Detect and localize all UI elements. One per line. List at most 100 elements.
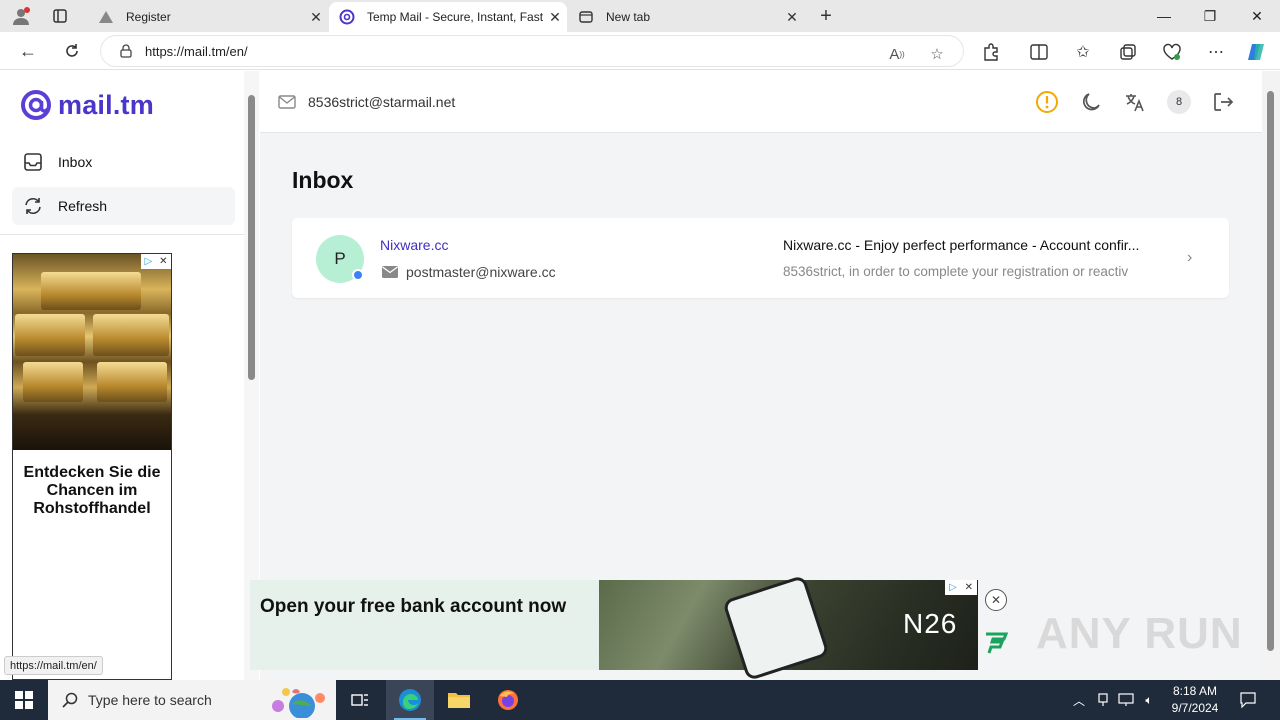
back-button[interactable]: ← — [14, 37, 42, 65]
split-screen-icon[interactable] — [1028, 41, 1050, 63]
language-translate-icon[interactable] — [1123, 90, 1147, 114]
windows-start-button[interactable] — [0, 680, 48, 720]
clock-time: 8:18 AM — [1172, 684, 1218, 698]
search-highlight-icon — [272, 688, 325, 718]
close-icon[interactable]: ✕ — [543, 9, 567, 26]
tab-label: Register — [126, 10, 171, 24]
folder-icon — [448, 693, 470, 708]
taskbar-file-explorer[interactable] — [435, 680, 483, 720]
account-count-badge[interactable]: 8 — [1167, 90, 1191, 114]
tab-strip: Register ✕ Temp Mail - Secure, Instant, … — [0, 0, 1280, 32]
tab-actions-icon[interactable] — [50, 6, 70, 26]
gold-bar-shape — [23, 362, 83, 402]
favorite-star-icon[interactable]: ☆ — [927, 44, 947, 64]
windows-taskbar: Type here to search ︿ 🔈︎ 8:18 AM 9/7/202… — [0, 680, 1280, 720]
lock-icon[interactable] — [119, 44, 133, 58]
web-page: mail.tm Inbox Refresh ▷ ✕ Entdecken Sie … — [0, 71, 1280, 682]
envelope-icon — [382, 266, 398, 278]
copilot-icon[interactable] — [1246, 41, 1268, 63]
ad-headline[interactable]: Entdecken Sie die Chancen im Rohstoffhan… — [17, 464, 167, 518]
taskbar-edge[interactable] — [386, 680, 434, 720]
search-icon — [62, 692, 78, 708]
ad-choices-icon[interactable]: ▷ ✕ — [945, 580, 977, 595]
status-bar-url: https://mail.tm/en/ — [4, 656, 103, 675]
taskbar-firefox[interactable] — [484, 680, 532, 720]
notifications-icon[interactable] — [1236, 680, 1260, 720]
freestar-logo-icon[interactable] — [984, 631, 1009, 655]
taskbar-search-box[interactable]: Type here to search — [48, 680, 336, 720]
avatar-letter: P — [334, 249, 346, 268]
inbox-icon — [22, 151, 44, 173]
sidebar-ad[interactable]: ▷ ✕ Entdecken Sie die Chancen im Rohstoff… — [12, 253, 172, 680]
current-email-address[interactable]: 8536strict@starmail.net — [308, 94, 455, 110]
tab-new-tab[interactable]: New tab ✕ — [568, 2, 804, 32]
profile-icon[interactable] — [10, 5, 32, 27]
close-icon[interactable]: ✕ — [780, 9, 804, 26]
favorites-icon[interactable]: ✩ — [1072, 41, 1094, 63]
ad-headline[interactable]: Open your free bank account now — [260, 596, 566, 618]
close-window-button[interactable]: ✕ — [1234, 0, 1280, 32]
message-row[interactable]: P Nixware.cc postmaster@nixware.cc Nixwa… — [292, 218, 1229, 298]
windows-logo-icon — [15, 691, 33, 709]
restore-button[interactable]: ❐ — [1187, 0, 1233, 32]
logout-icon[interactable] — [1211, 90, 1235, 114]
network-icon[interactable] — [1094, 680, 1112, 720]
dark-mode-moon-icon[interactable] — [1079, 90, 1103, 114]
sender-name[interactable]: Nixware.cc — [380, 237, 448, 253]
url-text[interactable]: https://mail.tm/en/ — [145, 44, 248, 59]
reload-button[interactable] — [58, 37, 86, 65]
warning-icon[interactable] — [1035, 90, 1059, 114]
ad-close-icon[interactable]: ✕ — [985, 589, 1007, 611]
sidebar-item-label: Inbox — [58, 154, 93, 170]
gold-bar-shape — [97, 362, 167, 402]
volume-icon[interactable]: 🔈︎ — [1140, 680, 1158, 720]
address-bar-row: ← https://mail.tm/en/ A)) ☆ ✩ ⋯ — [0, 32, 1280, 70]
message-preview: 8536strict, in order to complete your re… — [783, 264, 1129, 279]
browser-essentials-icon[interactable] — [1161, 41, 1183, 63]
search-placeholder: Type here to search — [88, 692, 212, 708]
gold-bar-shape — [93, 314, 169, 356]
bottom-banner-ad[interactable]: Open your free bank account now N26 ▷ ✕ — [250, 574, 978, 682]
unread-dot — [352, 269, 364, 281]
sidebar-item-label: Refresh — [58, 198, 108, 214]
warning-triangle-icon — [98, 9, 114, 25]
avatar: P — [316, 235, 364, 283]
edge-icon — [399, 689, 421, 711]
collections-icon[interactable] — [1117, 41, 1139, 63]
ad-choices-icon[interactable]: ▷ ✕ — [141, 254, 171, 269]
task-view-button[interactable] — [336, 680, 384, 720]
sidebar-item-inbox[interactable]: Inbox — [12, 143, 235, 181]
tab-temp-mail[interactable]: Temp Mail - Secure, Instant, Fast ✕ — [329, 2, 567, 32]
gold-bar-shape — [41, 272, 141, 310]
clock-date: 9/7/2024 — [1171, 701, 1219, 715]
newtab-icon — [578, 9, 594, 25]
page-scrollbar[interactable] — [1262, 71, 1280, 680]
firefox-icon — [498, 690, 518, 710]
address-bar[interactable]: https://mail.tm/en/ A)) ☆ — [100, 35, 964, 67]
tab-register[interactable]: Register ✕ — [88, 2, 328, 32]
extensions-icon[interactable] — [980, 41, 1002, 63]
gold-bars-image[interactable] — [13, 254, 171, 450]
scrollbar-thumb[interactable] — [1267, 91, 1274, 651]
mailtm-logo[interactable]: mail.tm — [20, 89, 154, 121]
ethernet-icon[interactable] — [1117, 680, 1135, 720]
sender-email: postmaster@nixware.cc — [406, 264, 556, 280]
sidebar: mail.tm Inbox Refresh ▷ ✕ Entdecken Sie … — [0, 71, 259, 680]
show-hidden-icons-chevron-icon[interactable]: ︿ — [1070, 680, 1088, 720]
minimize-button[interactable]: — — [1141, 0, 1187, 32]
close-icon[interactable]: ✕ — [304, 9, 328, 26]
header-bar: 8536strict@starmail.net 8 — [260, 71, 1262, 133]
read-aloud-icon[interactable]: A)) — [887, 44, 907, 64]
n26-logo[interactable]: N26 — [903, 608, 957, 640]
more-menu-icon[interactable]: ⋯ — [1205, 41, 1227, 63]
logo-text: mail.tm — [58, 89, 154, 120]
sidebar-divider — [0, 234, 244, 235]
message-subject[interactable]: Nixware.cc - Enjoy perfect performance -… — [783, 237, 1171, 253]
mailtm-at-icon — [339, 9, 355, 25]
scrollbar-thumb[interactable] — [248, 95, 255, 380]
page-title: Inbox — [292, 167, 354, 193]
new-tab-button[interactable]: + — [814, 4, 838, 28]
taskbar-clock[interactable]: 8:18 AM 9/7/2024 — [1160, 683, 1230, 717]
chevron-right-icon[interactable]: › — [1187, 249, 1192, 267]
sidebar-item-refresh[interactable]: Refresh — [12, 187, 235, 225]
